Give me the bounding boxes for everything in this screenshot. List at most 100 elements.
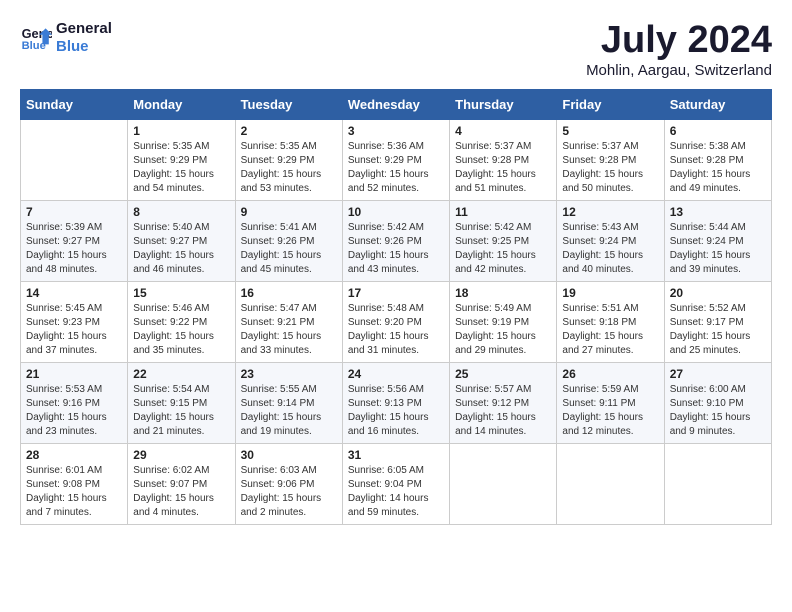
weekday-header-wednesday: Wednesday: [342, 89, 449, 119]
calendar-cell: 6 Sunrise: 5:38 AMSunset: 9:28 PMDaylight…: [664, 119, 771, 200]
calendar-cell: 24 Sunrise: 5:56 AMSunset: 9:13 PMDayligh…: [342, 362, 449, 443]
calendar-cell: 23Sunrise: 5:55 AMSunset: 9:14 PMDayligh…: [235, 362, 342, 443]
calendar-cell: 30Sunrise: 6:03 AMSunset: 9:06 PMDayligh…: [235, 443, 342, 524]
weekday-header-sunday: Sunday: [21, 89, 128, 119]
day-info: Sunrise: 5:37 AMSunset: 9:28 PMDaylight:…: [455, 140, 551, 196]
day-number: 9: [241, 205, 337, 219]
calendar-cell: [450, 443, 557, 524]
day-info: Sunrise: 5:59 AMSunset: 9:11 PMDaylight:…: [562, 383, 658, 439]
calendar-table: SundayMondayTuesdayWednesdayThursdayFrid…: [20, 89, 772, 525]
calendar-cell: 10 Sunrise: 5:42 AMSunset: 9:26 PMDayligh…: [342, 200, 449, 281]
calendar-cell: 7Sunrise: 5:39 AMSunset: 9:27 PMDaylight…: [21, 200, 128, 281]
calendar-cell: 17 Sunrise: 5:48 AMSunset: 9:20 PMDayligh…: [342, 281, 449, 362]
location: Mohlin, Aargau, Switzerland: [586, 62, 772, 79]
calendar-cell: 20 Sunrise: 5:52 AMSunset: 9:17 PMDayligh…: [664, 281, 771, 362]
calendar-cell: 31 Sunrise: 6:05 AMSunset: 9:04 PMDayligh…: [342, 443, 449, 524]
day-info: Sunrise: 6:05 AMSunset: 9:04 PMDaylight:…: [348, 464, 444, 520]
day-number: 13: [670, 205, 766, 219]
day-info: Sunrise: 5:54 AMSunset: 9:15 PMDaylight:…: [133, 383, 229, 439]
calendar-cell: [557, 443, 664, 524]
weekday-header-monday: Monday: [128, 89, 235, 119]
day-info: Sunrise: 5:35 AMSunset: 9:29 PMDaylight:…: [133, 140, 229, 196]
day-number: 31: [348, 448, 444, 462]
day-number: 23: [241, 367, 337, 381]
day-info: Sunrise: 5:47 AMSunset: 9:21 PMDaylight:…: [241, 302, 337, 358]
day-number: 5: [562, 124, 658, 138]
day-number: 1: [133, 124, 229, 138]
calendar-cell: 21 Sunrise: 5:53 AMSunset: 9:16 PMDayligh…: [21, 362, 128, 443]
calendar-cell: 12 Sunrise: 5:43 AMSunset: 9:24 PMDayligh…: [557, 200, 664, 281]
day-info: Sunrise: 6:00 AMSunset: 9:10 PMDaylight:…: [670, 383, 766, 439]
day-number: 14: [26, 286, 122, 300]
weekday-header-thursday: Thursday: [450, 89, 557, 119]
calendar-cell: 25 Sunrise: 5:57 AMSunset: 9:12 PMDayligh…: [450, 362, 557, 443]
day-info: Sunrise: 5:57 AMSunset: 9:12 PMDaylight:…: [455, 383, 551, 439]
calendar-cell: 29Sunrise: 6:02 AMSunset: 9:07 PMDayligh…: [128, 443, 235, 524]
day-info: Sunrise: 5:53 AMSunset: 9:16 PMDaylight:…: [26, 383, 122, 439]
day-info: Sunrise: 5:49 AMSunset: 9:19 PMDaylight:…: [455, 302, 551, 358]
day-number: 11: [455, 205, 551, 219]
day-info: Sunrise: 5:38 AMSunset: 9:28 PMDaylight:…: [670, 140, 766, 196]
calendar-cell: 11Sunrise: 5:42 AMSunset: 9:25 PMDayligh…: [450, 200, 557, 281]
day-info: Sunrise: 6:01 AMSunset: 9:08 PMDaylight:…: [26, 464, 122, 520]
calendar-week-row: 1 Sunrise: 5:35 AMSunset: 9:29 PMDaylight…: [21, 119, 772, 200]
day-info: Sunrise: 5:37 AMSunset: 9:28 PMDaylight:…: [562, 140, 658, 196]
weekday-header-saturday: Saturday: [664, 89, 771, 119]
day-info: Sunrise: 5:40 AMSunset: 9:27 PMDaylight:…: [133, 221, 229, 277]
day-number: 21: [26, 367, 122, 381]
svg-text:Blue: Blue: [22, 40, 46, 52]
day-info: Sunrise: 5:51 AMSunset: 9:18 PMDaylight:…: [562, 302, 658, 358]
calendar-cell: 2 Sunrise: 5:35 AMSunset: 9:29 PMDaylight…: [235, 119, 342, 200]
calendar-cell: 1 Sunrise: 5:35 AMSunset: 9:29 PMDaylight…: [128, 119, 235, 200]
calendar-cell: 16 Sunrise: 5:47 AMSunset: 9:21 PMDayligh…: [235, 281, 342, 362]
calendar-cell: 3Sunrise: 5:36 AMSunset: 9:29 PMDaylight…: [342, 119, 449, 200]
calendar-cell: [664, 443, 771, 524]
calendar-week-row: 21 Sunrise: 5:53 AMSunset: 9:16 PMDayligh…: [21, 362, 772, 443]
day-info: Sunrise: 6:02 AMSunset: 9:07 PMDaylight:…: [133, 464, 229, 520]
calendar-cell: 15Sunrise: 5:46 AMSunset: 9:22 PMDayligh…: [128, 281, 235, 362]
logo: General Blue General Blue: [20, 20, 112, 56]
calendar-cell: 8 Sunrise: 5:40 AMSunset: 9:27 PMDaylight…: [128, 200, 235, 281]
calendar-cell: 13Sunrise: 5:44 AMSunset: 9:24 PMDayligh…: [664, 200, 771, 281]
day-number: 2: [241, 124, 337, 138]
day-info: Sunrise: 5:42 AMSunset: 9:26 PMDaylight:…: [348, 221, 444, 277]
day-number: 20: [670, 286, 766, 300]
day-number: 4: [455, 124, 551, 138]
day-number: 6: [670, 124, 766, 138]
day-number: 16: [241, 286, 337, 300]
calendar-cell: 26 Sunrise: 5:59 AMSunset: 9:11 PMDayligh…: [557, 362, 664, 443]
day-info: Sunrise: 5:36 AMSunset: 9:29 PMDaylight:…: [348, 140, 444, 196]
day-info: Sunrise: 5:43 AMSunset: 9:24 PMDaylight:…: [562, 221, 658, 277]
logo-text: General Blue: [56, 20, 112, 56]
day-number: 22: [133, 367, 229, 381]
day-number: 25: [455, 367, 551, 381]
day-number: 27: [670, 367, 766, 381]
day-number: 10: [348, 205, 444, 219]
day-number: 7: [26, 205, 122, 219]
day-number: 28: [26, 448, 122, 462]
calendar-cell: 28 Sunrise: 6:01 AMSunset: 9:08 PMDayligh…: [21, 443, 128, 524]
day-info: Sunrise: 5:48 AMSunset: 9:20 PMDaylight:…: [348, 302, 444, 358]
day-info: Sunrise: 5:52 AMSunset: 9:17 PMDaylight:…: [670, 302, 766, 358]
calendar-cell: 9 Sunrise: 5:41 AMSunset: 9:26 PMDaylight…: [235, 200, 342, 281]
day-number: 18: [455, 286, 551, 300]
calendar-cell: [21, 119, 128, 200]
calendar-cell: 19Sunrise: 5:51 AMSunset: 9:18 PMDayligh…: [557, 281, 664, 362]
weekday-header-friday: Friday: [557, 89, 664, 119]
page-header: General Blue General Blue July 2024 Mohl…: [20, 20, 772, 79]
day-number: 8: [133, 205, 229, 219]
calendar-cell: 14 Sunrise: 5:45 AMSunset: 9:23 PMDayligh…: [21, 281, 128, 362]
day-info: Sunrise: 5:41 AMSunset: 9:26 PMDaylight:…: [241, 221, 337, 277]
day-info: Sunrise: 5:56 AMSunset: 9:13 PMDaylight:…: [348, 383, 444, 439]
day-info: Sunrise: 5:46 AMSunset: 9:22 PMDaylight:…: [133, 302, 229, 358]
day-number: 26: [562, 367, 658, 381]
calendar-cell: 5 Sunrise: 5:37 AMSunset: 9:28 PMDaylight…: [557, 119, 664, 200]
day-number: 30: [241, 448, 337, 462]
day-number: 17: [348, 286, 444, 300]
day-number: 24: [348, 367, 444, 381]
day-number: 12: [562, 205, 658, 219]
weekday-header-row: SundayMondayTuesdayWednesdayThursdayFrid…: [21, 89, 772, 119]
calendar-cell: 4 Sunrise: 5:37 AMSunset: 9:28 PMDaylight…: [450, 119, 557, 200]
day-info: Sunrise: 5:35 AMSunset: 9:29 PMDaylight:…: [241, 140, 337, 196]
day-info: Sunrise: 5:45 AMSunset: 9:23 PMDaylight:…: [26, 302, 122, 358]
